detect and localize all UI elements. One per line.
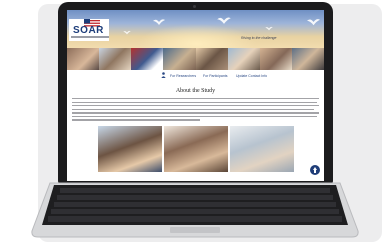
bird-icon (153, 19, 165, 25)
people-icon (161, 72, 166, 78)
image-card (164, 126, 228, 172)
laptop-screen: SOAR Rising to the challenge For Researc… (67, 10, 324, 181)
photo (99, 48, 132, 70)
nav-link-participants[interactable]: For Participants (203, 74, 228, 78)
photo-strip (67, 48, 324, 70)
bird-icon (217, 17, 231, 24)
photo (163, 48, 196, 70)
site-logo[interactable]: SOAR (69, 19, 109, 41)
scroll-up-icon[interactable] (310, 165, 320, 175)
image-card (98, 126, 162, 172)
sun-glow (137, 24, 257, 48)
image-card (230, 126, 294, 172)
image-cards (98, 126, 294, 172)
nav-link-researchers[interactable]: For Researchers (170, 74, 196, 78)
photo (67, 48, 100, 70)
webcam (193, 5, 196, 8)
nav-link-update-contact[interactable]: Update Contact Info (236, 74, 267, 78)
about-paragraph (72, 98, 319, 123)
section-title: About the Study (175, 88, 216, 94)
laptop-lid: SOAR Rising to the challenge For Researc… (58, 2, 333, 184)
photo (131, 48, 164, 70)
photo (195, 48, 228, 70)
hero-banner: SOAR Rising to the challenge (67, 10, 324, 48)
photo (227, 48, 260, 70)
photo (291, 48, 324, 70)
logo-subtext (71, 36, 109, 38)
photo (259, 48, 292, 70)
site-tagline: Rising to the challenge (241, 36, 277, 40)
bird-icon (123, 30, 131, 35)
bird-icon (307, 19, 320, 26)
laptop-keyboard-base (31, 182, 359, 238)
bird-icon (265, 26, 273, 31)
logo-text: SOAR (73, 25, 104, 36)
secondary-nav: For Researchers For Participants Update … (67, 70, 324, 81)
